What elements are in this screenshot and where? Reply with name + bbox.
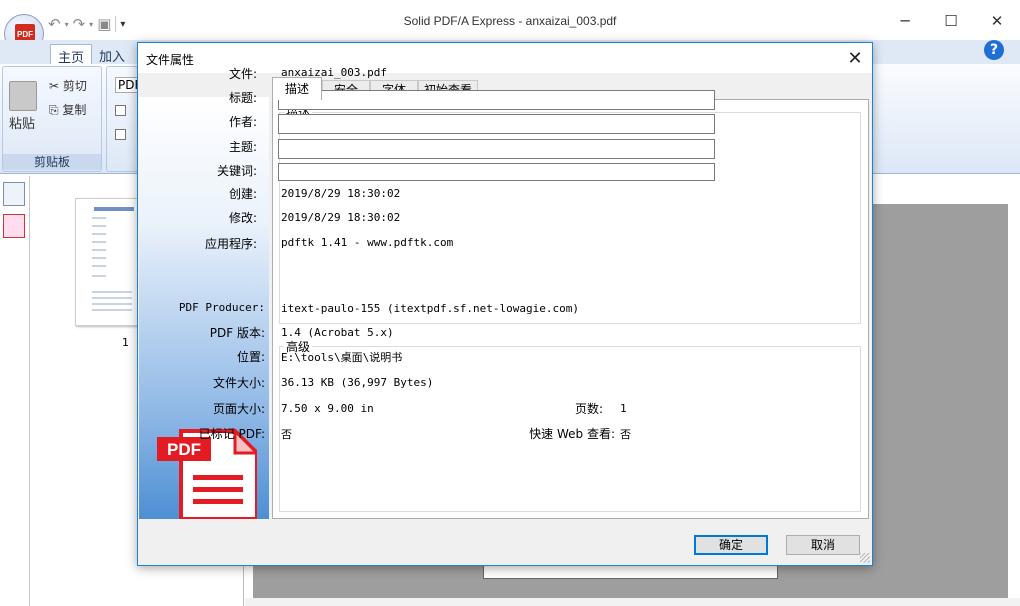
fast-web-view-label: 快速 Web 查看: — [529, 427, 615, 441]
file-properties-dialog: 文件属性 ✕ PDF 描述 安全 字体 初始查看 描述 文件: anxaizai… — [137, 42, 873, 566]
keywords-label: 关键词: — [216, 164, 257, 178]
author-label: 作者: — [228, 115, 257, 129]
pdf-panel-icon[interactable] — [3, 214, 25, 238]
created-label: 创建: — [228, 187, 257, 201]
producer-value: itext-paulo-155 (itextpdf.sf.net-lowagie… — [281, 302, 580, 315]
fast-web-view-value: 否 — [620, 428, 631, 441]
file-size-label: 文件大小: — [212, 376, 265, 390]
ok-button[interactable]: 确定 — [694, 535, 768, 555]
pdf-version-value: 1.4 (Acrobat 5.x) — [281, 326, 394, 339]
pdf-options-group: PDF — [106, 66, 145, 172]
copy-icon: ⎘ — [49, 103, 63, 117]
file-size-value: 36.13 KB (36,997 Bytes) — [281, 376, 434, 389]
resize-grip-icon[interactable] — [860, 553, 870, 563]
location-value: E:\tools\桌面\说明书 — [281, 351, 403, 364]
document-page-edge — [1008, 204, 1020, 598]
page-count-value: 1 — [620, 402, 627, 415]
close-icon[interactable]: ✕ — [974, 6, 1020, 36]
modified-label: 修改: — [228, 211, 257, 225]
document-page — [483, 565, 778, 579]
keywords-field[interactable] — [278, 163, 715, 181]
pdf-version-label: PDF 版本: — [209, 326, 265, 340]
cut-button[interactable]: ✂ 剪切 — [49, 77, 87, 94]
paste-button[interactable]: 粘贴 — [9, 113, 35, 132]
page-size-value: 7.50 x 9.00 in — [281, 402, 374, 415]
author-field[interactable] — [278, 114, 715, 134]
tab-description[interactable]: 描述 — [272, 77, 322, 100]
page-size-label: 页面大小: — [212, 402, 265, 416]
pdf-badge-text: PDF — [167, 440, 201, 459]
producer-label: PDF Producer: — [178, 301, 265, 314]
paste-icon[interactable] — [9, 81, 37, 111]
dialog-button-bar: 确定 取消 — [138, 519, 872, 565]
thumbnail-page-number: 1 — [122, 336, 129, 349]
modified-value: 2019/8/29 18:30:02 — [281, 211, 401, 224]
cancel-button[interactable]: 取消 — [786, 535, 860, 555]
location-label: 位置: — [236, 350, 265, 364]
tagged-pdf-label: 已标记 PDF: — [198, 427, 265, 441]
application-value: pdftk 1.41 - www.pdftk.com — [281, 236, 454, 249]
clipboard-group-label: 剪贴板 — [3, 154, 101, 170]
cut-label: 剪切 — [62, 79, 87, 93]
clipboard-group: 粘贴 ✂ 剪切 ⎘ 复制 剪贴板 — [2, 66, 102, 172]
status-strip — [245, 598, 1020, 606]
minimize-icon[interactable]: ─ — [882, 6, 928, 36]
file-label: 文件: — [228, 67, 257, 81]
application-label: 应用程序: — [204, 237, 257, 251]
copy-label: 复制 — [62, 103, 87, 117]
window-controls: ─ ☐ ✕ — [882, 6, 1020, 36]
tagged-pdf-value: 否 — [281, 428, 292, 441]
maximize-icon[interactable]: ☐ — [928, 6, 974, 36]
created-value: 2019/8/29 18:30:02 — [281, 187, 401, 200]
title-field[interactable] — [278, 90, 715, 110]
option-checkbox[interactable] — [115, 129, 126, 140]
page-count-label: 页数: — [574, 402, 603, 416]
close-icon[interactable]: ✕ — [838, 43, 872, 73]
copy-button[interactable]: ⎘ 复制 — [49, 101, 86, 118]
title-label: 标题: — [228, 91, 257, 105]
side-panel-rail — [0, 176, 30, 606]
help-icon[interactable]: ? — [984, 40, 1004, 60]
page-thumbnail[interactable] — [75, 198, 139, 326]
window-title: Solid PDF/A Express - anxaizai_003.pdf — [403, 14, 617, 28]
option-checkbox[interactable] — [115, 105, 126, 116]
scissors-icon: ✂ — [49, 79, 63, 93]
pages-panel-icon[interactable] — [3, 182, 25, 206]
subject-label: 主题: — [228, 140, 257, 154]
subject-field[interactable] — [278, 139, 715, 159]
description-tab-panel: 描述 文件: anxaizai_003.pdf 标题: 作者: 主题: 关键词:… — [179, 66, 869, 519]
